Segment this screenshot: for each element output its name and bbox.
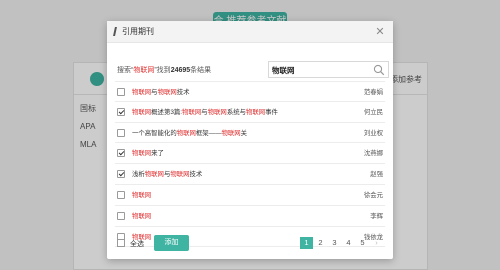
search-summary: 搜索“物联网”找到24695条结果 bbox=[117, 65, 211, 75]
result-count: 24695 bbox=[170, 67, 191, 74]
search-box bbox=[268, 61, 389, 78]
keyword-highlight: 物联网 bbox=[176, 129, 196, 137]
result-row[interactable]: 物联网 徐会元 bbox=[115, 185, 385, 206]
modal-title: 引用期刊 bbox=[122, 27, 154, 36]
title-text: 关 bbox=[240, 129, 248, 137]
summary-middle: ”找到 bbox=[154, 67, 171, 74]
title-text: 浅析 bbox=[132, 171, 145, 179]
result-author: 范春娟 bbox=[363, 89, 383, 96]
result-row[interactable]: 物联网概述第3篇:物联网与物联网系统与物联网事件 何立民 bbox=[115, 102, 385, 123]
chevron-right-icon[interactable]: › bbox=[370, 237, 383, 249]
result-checkbox[interactable] bbox=[117, 128, 125, 137]
keyword-highlight: 物联网 bbox=[132, 191, 152, 199]
result-author: 赵强 bbox=[370, 171, 383, 179]
result-row[interactable]: 物联网与物联网技术 范春娟 bbox=[115, 81, 385, 102]
search-icon[interactable] bbox=[373, 64, 385, 76]
result-list: 物联网与物联网技术 范春娟物联网概述第3篇:物联网与物联网系统与物联网事件 何立民一… bbox=[115, 81, 385, 248]
keyword-highlight: 物联网 bbox=[245, 108, 266, 116]
result-row[interactable]: 物联网 李辉 bbox=[115, 206, 385, 227]
modal-header: 引用期刊 ✕ bbox=[107, 21, 393, 43]
page-button[interactable]: 2 bbox=[314, 237, 327, 249]
result-author: 何立民 bbox=[363, 108, 383, 116]
result-title[interactable]: 物联网 bbox=[132, 190, 151, 199]
page-button[interactable]: 3 bbox=[328, 237, 341, 249]
title-text: 事件 bbox=[265, 108, 278, 116]
summary-keyword: 物联网 bbox=[133, 67, 155, 74]
result-row[interactable]: 物联网来了 沈燕娜 bbox=[115, 143, 385, 165]
add-button[interactable]: 添加 bbox=[154, 235, 189, 251]
cite-journal-modal: 引用期刊 ✕ 搜索“物联网”找到24695条结果 物联网与物联网技术范春娟物联网… bbox=[107, 21, 393, 259]
title-text: 系统与 bbox=[226, 108, 246, 116]
title-text: 技术 bbox=[189, 171, 203, 179]
keyword-highlight: 物联网 bbox=[182, 108, 202, 116]
result-author: 徐会元 bbox=[363, 191, 383, 199]
result-checkbox[interactable] bbox=[117, 107, 125, 116]
result-row[interactable]: 浅析物联网与物联网技术 赵强 bbox=[115, 164, 385, 185]
keyword-highlight: 物联网 bbox=[221, 129, 241, 137]
keyword-highlight: 物联网 bbox=[132, 212, 152, 220]
title-text: 来了 bbox=[151, 150, 164, 158]
result-title[interactable]: 物联网 bbox=[132, 211, 151, 220]
result-title[interactable]: 浅析物联网与物联网技术 bbox=[132, 169, 202, 178]
keyword-highlight: 物联网 bbox=[144, 171, 164, 179]
result-title[interactable]: 一个高智能化的物联网框架——物联网关 bbox=[132, 128, 247, 137]
keyword-highlight: 物联网 bbox=[132, 108, 152, 116]
result-row[interactable]: 一个高智能化的物联网框架——物联网关 刘业权 bbox=[115, 123, 385, 144]
result-checkbox[interactable] bbox=[117, 211, 125, 220]
result-checkbox[interactable] bbox=[117, 170, 125, 179]
result-checkbox[interactable] bbox=[117, 190, 125, 199]
page-button[interactable]: 1 bbox=[300, 237, 313, 249]
italic-icon bbox=[113, 27, 117, 36]
modal-footer: 全选 添加 1 2 3 4 5 › bbox=[115, 233, 385, 253]
page-button[interactable]: 5 bbox=[356, 237, 369, 249]
result-title[interactable]: 物联网与物联网技术 bbox=[132, 87, 190, 96]
summary-prefix: 搜索“ bbox=[117, 67, 134, 74]
select-all-checkbox[interactable] bbox=[117, 239, 125, 247]
search-row: 搜索“物联网”找到24695条结果 bbox=[117, 61, 389, 78]
title-text: 技术 bbox=[176, 89, 190, 96]
pagination: 1 2 3 4 5 › bbox=[299, 237, 383, 249]
title-text: 概述第3篇: bbox=[151, 108, 183, 116]
summary-suffix: 条结果 bbox=[190, 67, 212, 74]
title-text: 框架—— bbox=[195, 129, 222, 137]
keyword-highlight: 物联网 bbox=[170, 171, 190, 179]
result-author: 沈燕娜 bbox=[363, 150, 383, 158]
page-button[interactable]: 4 bbox=[342, 237, 355, 249]
result-author: 刘业权 bbox=[363, 129, 383, 137]
result-title[interactable]: 物联网来了 bbox=[132, 148, 164, 157]
result-checkbox[interactable] bbox=[117, 88, 125, 96]
close-icon[interactable]: ✕ bbox=[373, 25, 387, 39]
result-title[interactable]: 物联网概述第3篇:物联网与物联网系统与物联网事件 bbox=[132, 107, 278, 116]
keyword-highlight: 物联网 bbox=[207, 108, 227, 116]
result-checkbox[interactable] bbox=[117, 149, 125, 158]
result-author: 李辉 bbox=[370, 212, 383, 220]
keyword-highlight: 物联网 bbox=[157, 89, 177, 96]
search-input[interactable] bbox=[272, 64, 372, 76]
select-all-label: 全选 bbox=[130, 241, 144, 248]
title-text: 一个高智能化的 bbox=[132, 129, 177, 137]
keyword-highlight: 物联网 bbox=[132, 150, 152, 158]
keyword-highlight: 物联网 bbox=[132, 89, 152, 96]
